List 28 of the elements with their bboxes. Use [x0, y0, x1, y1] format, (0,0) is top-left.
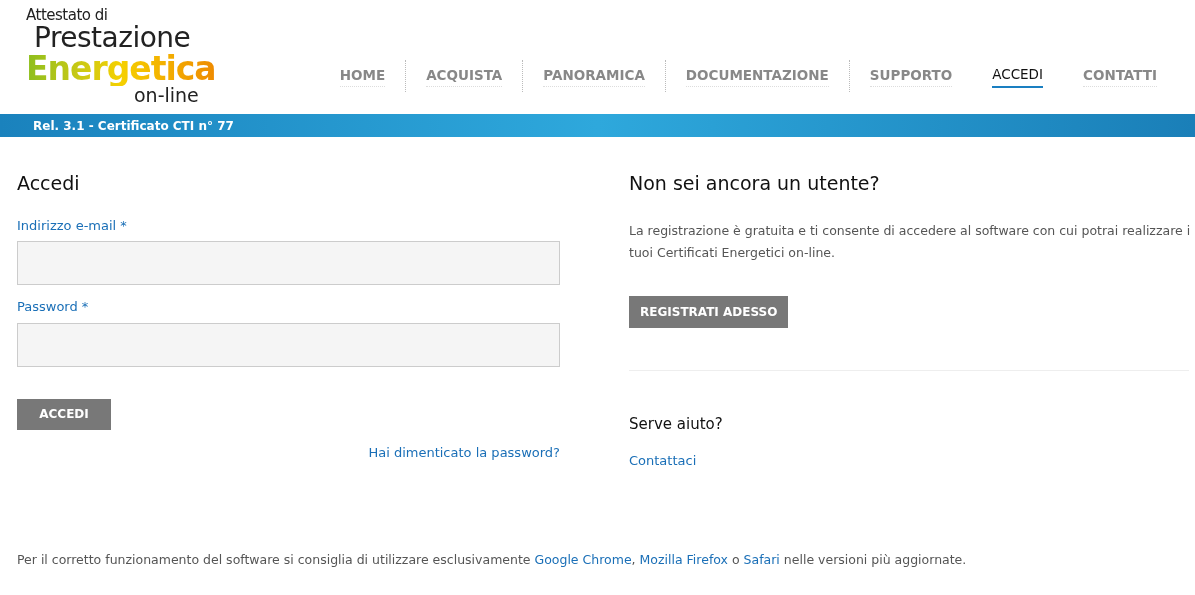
- browser-link[interactable]: Safari: [743, 551, 780, 567]
- field-label: Password *: [17, 298, 90, 316]
- nav-link[interactable]: DOCUMENTAZIONE: [685, 64, 829, 88]
- logo-text: Attestato di: [26, 6, 109, 24]
- nav-link[interactable]: ACQUISTA: [426, 64, 503, 88]
- field-label: Indirizzo e-mail *: [17, 216, 128, 235]
- nav-link[interactable]: PANORAMICA: [543, 64, 645, 88]
- input-field[interactable]: [17, 322, 560, 367]
- login-button[interactable]: ACCEDI: [17, 398, 111, 430]
- logo-text: Prestazione: [33, 24, 192, 52]
- nav-link[interactable]: HOME: [339, 64, 386, 88]
- browser-link[interactable]: Mozilla Firefox: [639, 551, 728, 567]
- forgot-password-link[interactable]: Hai dimenticato la password?: [368, 442, 560, 462]
- register-title: Non sei ancora un utente?: [629, 171, 881, 196]
- contact-link[interactable]: Contattaci: [629, 451, 1195, 471]
- release-text: Rel. 3.1 - Certificato CTI n° 77: [33, 117, 234, 135]
- nav-link[interactable]: SUPPORTO: [869, 64, 953, 88]
- input-field[interactable]: [17, 241, 560, 285]
- register-text: La registrazione è gratuita e ti consente di accedere al software con cui potrai realizzare i tuoi Certificati Energetici on-line.: [629, 221, 1192, 262]
- logo-text: Energetica: [26, 52, 216, 86]
- nav-link[interactable]: CONTATTI: [1083, 64, 1157, 88]
- login-title: Accedi: [17, 171, 81, 196]
- help-title: Serve aiuto?: [629, 413, 724, 435]
- browser-link[interactable]: Google Chrome: [534, 551, 632, 567]
- register-button[interactable]: REGISTRATI ADESSO: [629, 295, 789, 328]
- nav-link[interactable]: ACCEDI: [992, 64, 1043, 88]
- browser-notice: Per il corretto funzionamento del software si consiglia di utilizzare esclusivamente Google Chrome, Mozilla Firefox o Safari nelle versioni più aggiornate.: [17, 550, 968, 569]
- logo-text: on-line: [134, 86, 199, 104]
